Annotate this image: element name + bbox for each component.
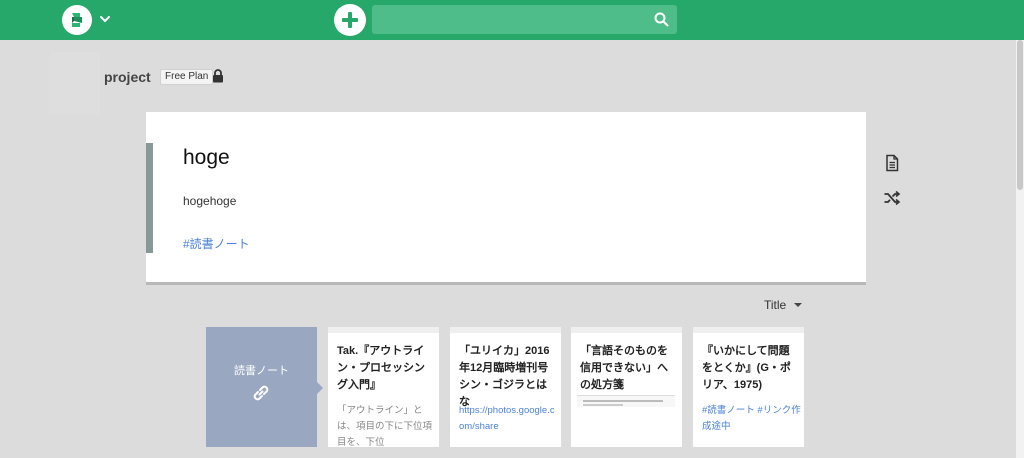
page-card: hoge hogehoge #読書ノート [146, 112, 866, 285]
document-icon[interactable] [883, 154, 901, 172]
project-name[interactable]: project [104, 69, 151, 85]
app-logo[interactable] [62, 5, 92, 35]
shuffle-icon[interactable] [883, 189, 901, 207]
card-title: 「言語そのものを信用できない」への処方箋 [580, 345, 668, 391]
project-thumbnail [50, 52, 100, 114]
card-title: 「ユリイカ」2016年12月臨時増刊号 シン・ゴジラとはな [459, 345, 550, 408]
search-box [372, 5, 677, 34]
card-tags[interactable]: #読書ノート #リンク作成途中 [702, 403, 802, 435]
tag-card-notch [317, 382, 323, 394]
lock-icon [213, 69, 223, 83]
plus-icon [342, 12, 358, 28]
related-page-card[interactable]: 「ユリイカ」2016年12月臨時増刊号 シン・ゴジラとはな https://ph… [450, 327, 561, 447]
related-page-card[interactable]: 『いかにして問題をとくか』(G・ポリア、1975) #読書ノート #リンク作成途… [693, 327, 804, 447]
card-title: Tak.『アウトライン・プロセッシング入門』 [337, 345, 425, 391]
new-page-button[interactable] [334, 4, 366, 36]
card-thumbnail [577, 395, 675, 407]
tag-card[interactable]: 読書ノート [206, 327, 323, 447]
related-page-card[interactable]: Tak.『アウトライン・プロセッシング入門』 「アウトライン」とは、項目の下に下… [328, 327, 439, 447]
card-title: 『いかにして問題をとくか』(G・ポリア、1975) [702, 345, 791, 391]
plan-badge: Free Plan [160, 69, 214, 85]
scrollbar-thumb[interactable] [1017, 40, 1023, 190]
caret-down-icon [794, 303, 803, 307]
top-bar [0, 0, 1024, 40]
sort-dropdown[interactable]: Title [764, 298, 803, 312]
link-icon [253, 385, 269, 401]
search-icon[interactable] [654, 12, 669, 27]
related-page-card[interactable]: 「言語そのものを信用できない」への処方箋 [571, 327, 682, 447]
card-link[interactable]: https://photos.google.com/share [459, 403, 559, 435]
logo-icon [65, 8, 89, 32]
page-title[interactable]: hoge [183, 146, 230, 170]
page-accent-bar [146, 143, 153, 253]
tag-card-label: 読書ノート [234, 365, 289, 377]
search-input[interactable] [372, 5, 642, 34]
sort-label: Title [764, 298, 787, 312]
chevron-down-icon[interactable] [98, 11, 112, 27]
page-tag-link[interactable]: #読書ノート [183, 235, 250, 252]
card-description: 「アウトライン」とは、項目の下に下位項目を、下位 [337, 405, 433, 447]
page-body-line[interactable]: hogehoge [183, 194, 236, 208]
